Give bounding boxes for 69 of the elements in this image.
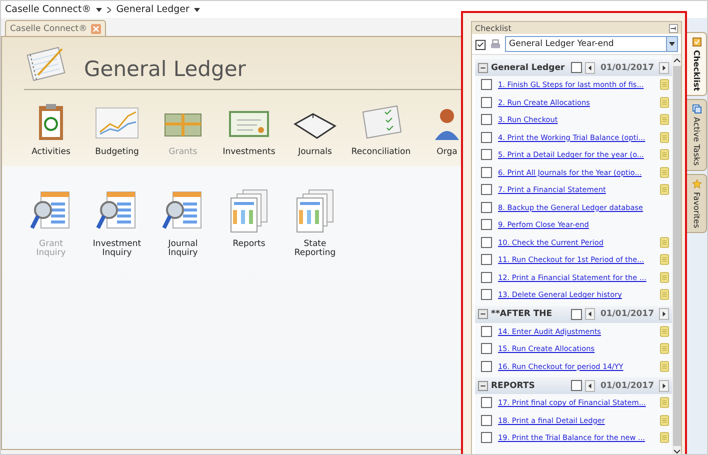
checkbox[interactable] bbox=[481, 114, 492, 126]
section-title: REPORTS bbox=[491, 380, 536, 390]
section-title: General Ledger bbox=[491, 62, 566, 72]
checkbox[interactable] bbox=[481, 360, 492, 372]
checkbox[interactable] bbox=[571, 380, 582, 391]
page-title: General Ledger bbox=[84, 57, 246, 83]
windows-icon bbox=[692, 104, 702, 114]
checkbox[interactable] bbox=[481, 432, 492, 444]
module-button[interactable]: Reports bbox=[216, 188, 282, 258]
checkbox[interactable] bbox=[481, 397, 492, 408]
next-icon[interactable] bbox=[659, 62, 669, 74]
checkbox[interactable] bbox=[481, 272, 492, 283]
checkbox[interactable] bbox=[481, 254, 492, 266]
checkbox[interactable] bbox=[481, 236, 492, 248]
side-tab[interactable]: Active Tasks bbox=[687, 99, 707, 171]
checkbox[interactable] bbox=[481, 79, 492, 90]
checkbox[interactable] bbox=[571, 62, 582, 73]
checklist-icon[interactable] bbox=[475, 38, 486, 50]
next-icon[interactable] bbox=[659, 308, 669, 320]
chevron-icon bbox=[107, 6, 112, 12]
module-button[interactable]: Budgeting bbox=[84, 102, 150, 164]
checkbox[interactable] bbox=[481, 219, 492, 230]
checkbox[interactable] bbox=[481, 202, 492, 213]
next-icon[interactable] bbox=[659, 380, 669, 392]
breadcrumb-link[interactable]: Caselle Connect® bbox=[5, 4, 92, 15]
checkbox[interactable] bbox=[481, 326, 492, 337]
scrollbar[interactable] bbox=[672, 55, 681, 454]
module-button[interactable]: Investment Inquiry bbox=[84, 188, 150, 258]
section-title: **AFTER THE bbox=[491, 309, 554, 319]
checklist-icon bbox=[692, 37, 702, 47]
checkbox[interactable] bbox=[481, 289, 492, 300]
panel-title: Checklist bbox=[475, 24, 512, 32]
checklist-dropdown[interactable]: General Ledger Year-end bbox=[505, 36, 678, 52]
checkbox[interactable] bbox=[481, 149, 492, 160]
checkbox[interactable] bbox=[571, 308, 582, 320]
caret-icon[interactable] bbox=[96, 8, 102, 12]
previous-icon[interactable] bbox=[585, 380, 596, 392]
module-button[interactable]: Journals bbox=[282, 102, 348, 164]
section-date: 01/01/2017 bbox=[599, 380, 655, 390]
previous-icon[interactable] bbox=[585, 308, 596, 320]
pin-icon[interactable] bbox=[669, 24, 678, 32]
previous-icon[interactable] bbox=[585, 62, 596, 74]
module-button[interactable]: Investments bbox=[216, 102, 282, 164]
section-date: 01/01/2017 bbox=[599, 309, 655, 319]
breadcrumb-link[interactable]: General Ledger bbox=[116, 4, 190, 15]
collapse-icon[interactable] bbox=[478, 309, 488, 319]
collapse-icon[interactable] bbox=[478, 62, 488, 72]
caret-icon[interactable] bbox=[194, 8, 200, 12]
section-date: 01/01/2017 bbox=[599, 62, 655, 72]
star-icon bbox=[692, 178, 702, 189]
module-button[interactable]: State Reporting bbox=[282, 188, 348, 258]
print-icon[interactable] bbox=[490, 38, 501, 50]
module-button[interactable]: Activities bbox=[18, 102, 84, 164]
checkbox[interactable] bbox=[481, 166, 492, 178]
checkbox[interactable] bbox=[481, 184, 492, 196]
checkbox[interactable] bbox=[481, 132, 492, 143]
scroll-up-icon[interactable] bbox=[672, 58, 680, 63]
document-tab[interactable]: Caselle Connect® bbox=[5, 20, 106, 36]
module-button[interactable]: Journal Inquiry bbox=[150, 188, 216, 258]
collapse-icon[interactable] bbox=[478, 380, 488, 390]
checkbox[interactable] bbox=[481, 343, 492, 354]
caret-icon bbox=[669, 42, 675, 46]
module-button[interactable]: Reconciliation bbox=[348, 102, 414, 164]
side-tab[interactable]: Checklist bbox=[687, 32, 707, 96]
checkbox[interactable] bbox=[481, 96, 492, 108]
scroll-down-icon[interactable] bbox=[672, 449, 680, 454]
module-button[interactable]: Orga bbox=[414, 102, 461, 164]
side-tab[interactable]: Favorites bbox=[687, 174, 707, 233]
checkbox[interactable] bbox=[481, 414, 492, 426]
